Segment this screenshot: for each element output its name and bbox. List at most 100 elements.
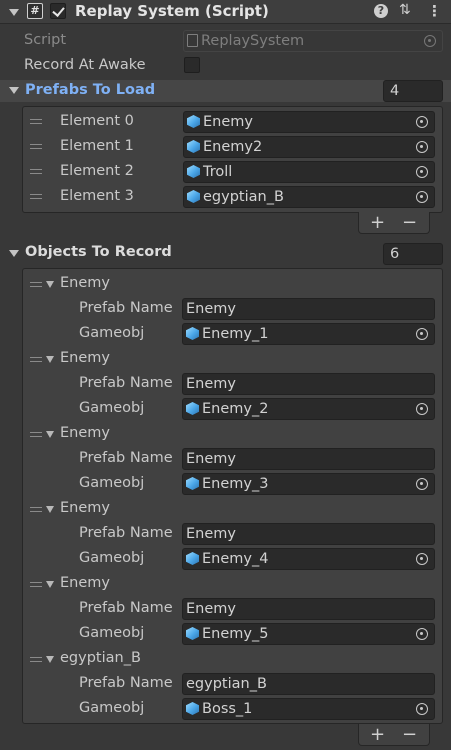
prefab-name-label: Prefab Name [79,375,173,391]
prefabs-remove-button[interactable]: − [402,214,417,232]
help-icon[interactable]: ? [374,4,388,18]
drag-handle-icon[interactable] [30,357,42,362]
record-at-awake-label: Record At Awake [24,57,146,73]
objects-add-button[interactable]: + [370,726,385,744]
gameobj-label: Gameobj [79,475,145,491]
prefab-element-label: Element 3 [60,188,134,204]
prefab-element-field[interactable]: Troll [183,161,435,183]
drag-handle-icon[interactable] [30,432,42,437]
item-foldout-icon[interactable] [46,281,54,288]
gameobj-value: Enemy_3 [202,476,269,492]
prefab-element-field[interactable]: egyptian_B [183,186,435,208]
object-picker-icon[interactable] [416,191,428,203]
drag-handle-icon[interactable] [30,282,42,287]
gameobj-value: Enemy_4 [202,551,269,567]
script-field: ReplaySystem [183,30,443,52]
script-asset-icon [187,34,198,47]
gameobj-field[interactable]: Enemy_5 [182,623,435,645]
item-foldout-icon[interactable] [46,431,54,438]
object-picker-icon [424,35,436,47]
drag-handle-icon[interactable] [30,169,42,174]
objects-remove-button[interactable]: − [402,726,417,744]
gameobj-value: Enemy_1 [202,326,269,342]
prefab-name-input[interactable]: Enemy [182,373,435,395]
component-enabled-checkbox[interactable] [50,3,66,19]
gameobj-value: Enemy_5 [202,626,269,642]
gameobj-field[interactable]: Enemy_1 [182,323,435,345]
prefab-element-field[interactable]: Enemy2 [183,136,435,158]
drag-handle-icon[interactable] [30,582,42,587]
prefabs-footer: + − [358,212,430,234]
drag-handle-icon[interactable] [30,194,42,199]
gameobj-field[interactable]: Enemy_3 [182,473,435,495]
prefab-element-label: Element 0 [60,113,134,129]
gameobj-field[interactable]: Boss_1 [182,698,435,720]
script-label: Script [24,32,67,48]
foldout-arrow-icon[interactable] [9,9,19,16]
prefab-element-field[interactable]: Enemy [183,111,435,133]
prefab-element-value: Troll [203,164,233,180]
prefab-name-label: Prefab Name [79,300,173,316]
gameobj-label: Gameobj [79,550,145,566]
gameobj-field[interactable]: Enemy_2 [182,398,435,420]
item-foldout-icon[interactable] [46,506,54,513]
prefab-name-input[interactable]: egyptian_B [182,673,435,695]
prefab-asset-icon [187,165,200,178]
objects-foldout-icon[interactable] [9,250,19,257]
object-item-title[interactable]: egyptian_B [60,650,141,666]
objects-count-field[interactable]: 6 [383,243,443,265]
object-picker-icon[interactable] [416,628,428,640]
prefab-name-label: Prefab Name [79,675,173,691]
object-item-title[interactable]: Enemy [60,350,110,366]
presets-icon[interactable]: ⇅ [399,2,411,18]
objects-label[interactable]: Objects To Record [25,244,172,260]
drag-handle-icon[interactable] [30,657,42,662]
prefab-asset-icon [187,190,200,203]
object-picker-icon[interactable] [416,478,428,490]
gameobject-icon [186,402,199,415]
object-item-title[interactable]: Enemy [60,500,110,516]
gameobj-value: Boss_1 [202,701,253,717]
more-options-icon[interactable]: ⋮ [427,2,442,20]
prefab-asset-icon [187,115,200,128]
object-picker-icon[interactable] [416,328,428,340]
object-picker-icon[interactable] [416,553,428,565]
prefabs-add-button[interactable]: + [370,214,385,232]
object-item-title[interactable]: Enemy [60,575,110,591]
prefab-name-input[interactable]: Enemy [182,598,435,620]
record-at-awake-checkbox[interactable] [184,57,200,73]
component-header: # Replay System (Script) ? ⇅ ⋮ [0,0,451,24]
prefabs-label[interactable]: Prefabs To Load [25,82,155,98]
drag-handle-icon[interactable] [30,507,42,512]
drag-handle-icon[interactable] [30,144,42,149]
prefab-name-input[interactable]: Enemy [182,523,435,545]
item-foldout-icon[interactable] [46,356,54,363]
gameobject-icon [186,327,199,340]
prefabs-count-field[interactable]: 4 [383,80,443,102]
object-picker-icon[interactable] [416,166,428,178]
prefabs-foldout-icon[interactable] [9,87,19,94]
item-foldout-icon[interactable] [46,656,54,663]
prefab-name-input[interactable]: Enemy [182,448,435,470]
object-picker-icon[interactable] [416,116,428,128]
prefab-element-value: Enemy [203,114,253,130]
component-title: Replay System (Script) [75,2,269,20]
object-picker-icon[interactable] [416,403,428,415]
prefab-name-label: Prefab Name [79,525,173,541]
drag-handle-icon[interactable] [30,119,42,124]
gameobject-icon [186,702,199,715]
item-foldout-icon[interactable] [46,581,54,588]
gameobject-icon [186,477,199,490]
script-file-icon: # [27,3,43,19]
prefab-name-input[interactable]: Enemy [182,298,435,320]
object-picker-icon[interactable] [416,703,428,715]
object-picker-icon[interactable] [416,141,428,153]
prefab-element-value: Enemy2 [203,139,263,155]
gameobj-value: Enemy_2 [202,401,269,417]
prefab-element-value: egyptian_B [203,189,284,205]
gameobj-field[interactable]: Enemy_4 [182,548,435,570]
prefab-name-label: Prefab Name [79,450,173,466]
object-item-title[interactable]: Enemy [60,425,110,441]
object-item-title[interactable]: Enemy [60,275,110,291]
gameobj-label: Gameobj [79,700,145,716]
